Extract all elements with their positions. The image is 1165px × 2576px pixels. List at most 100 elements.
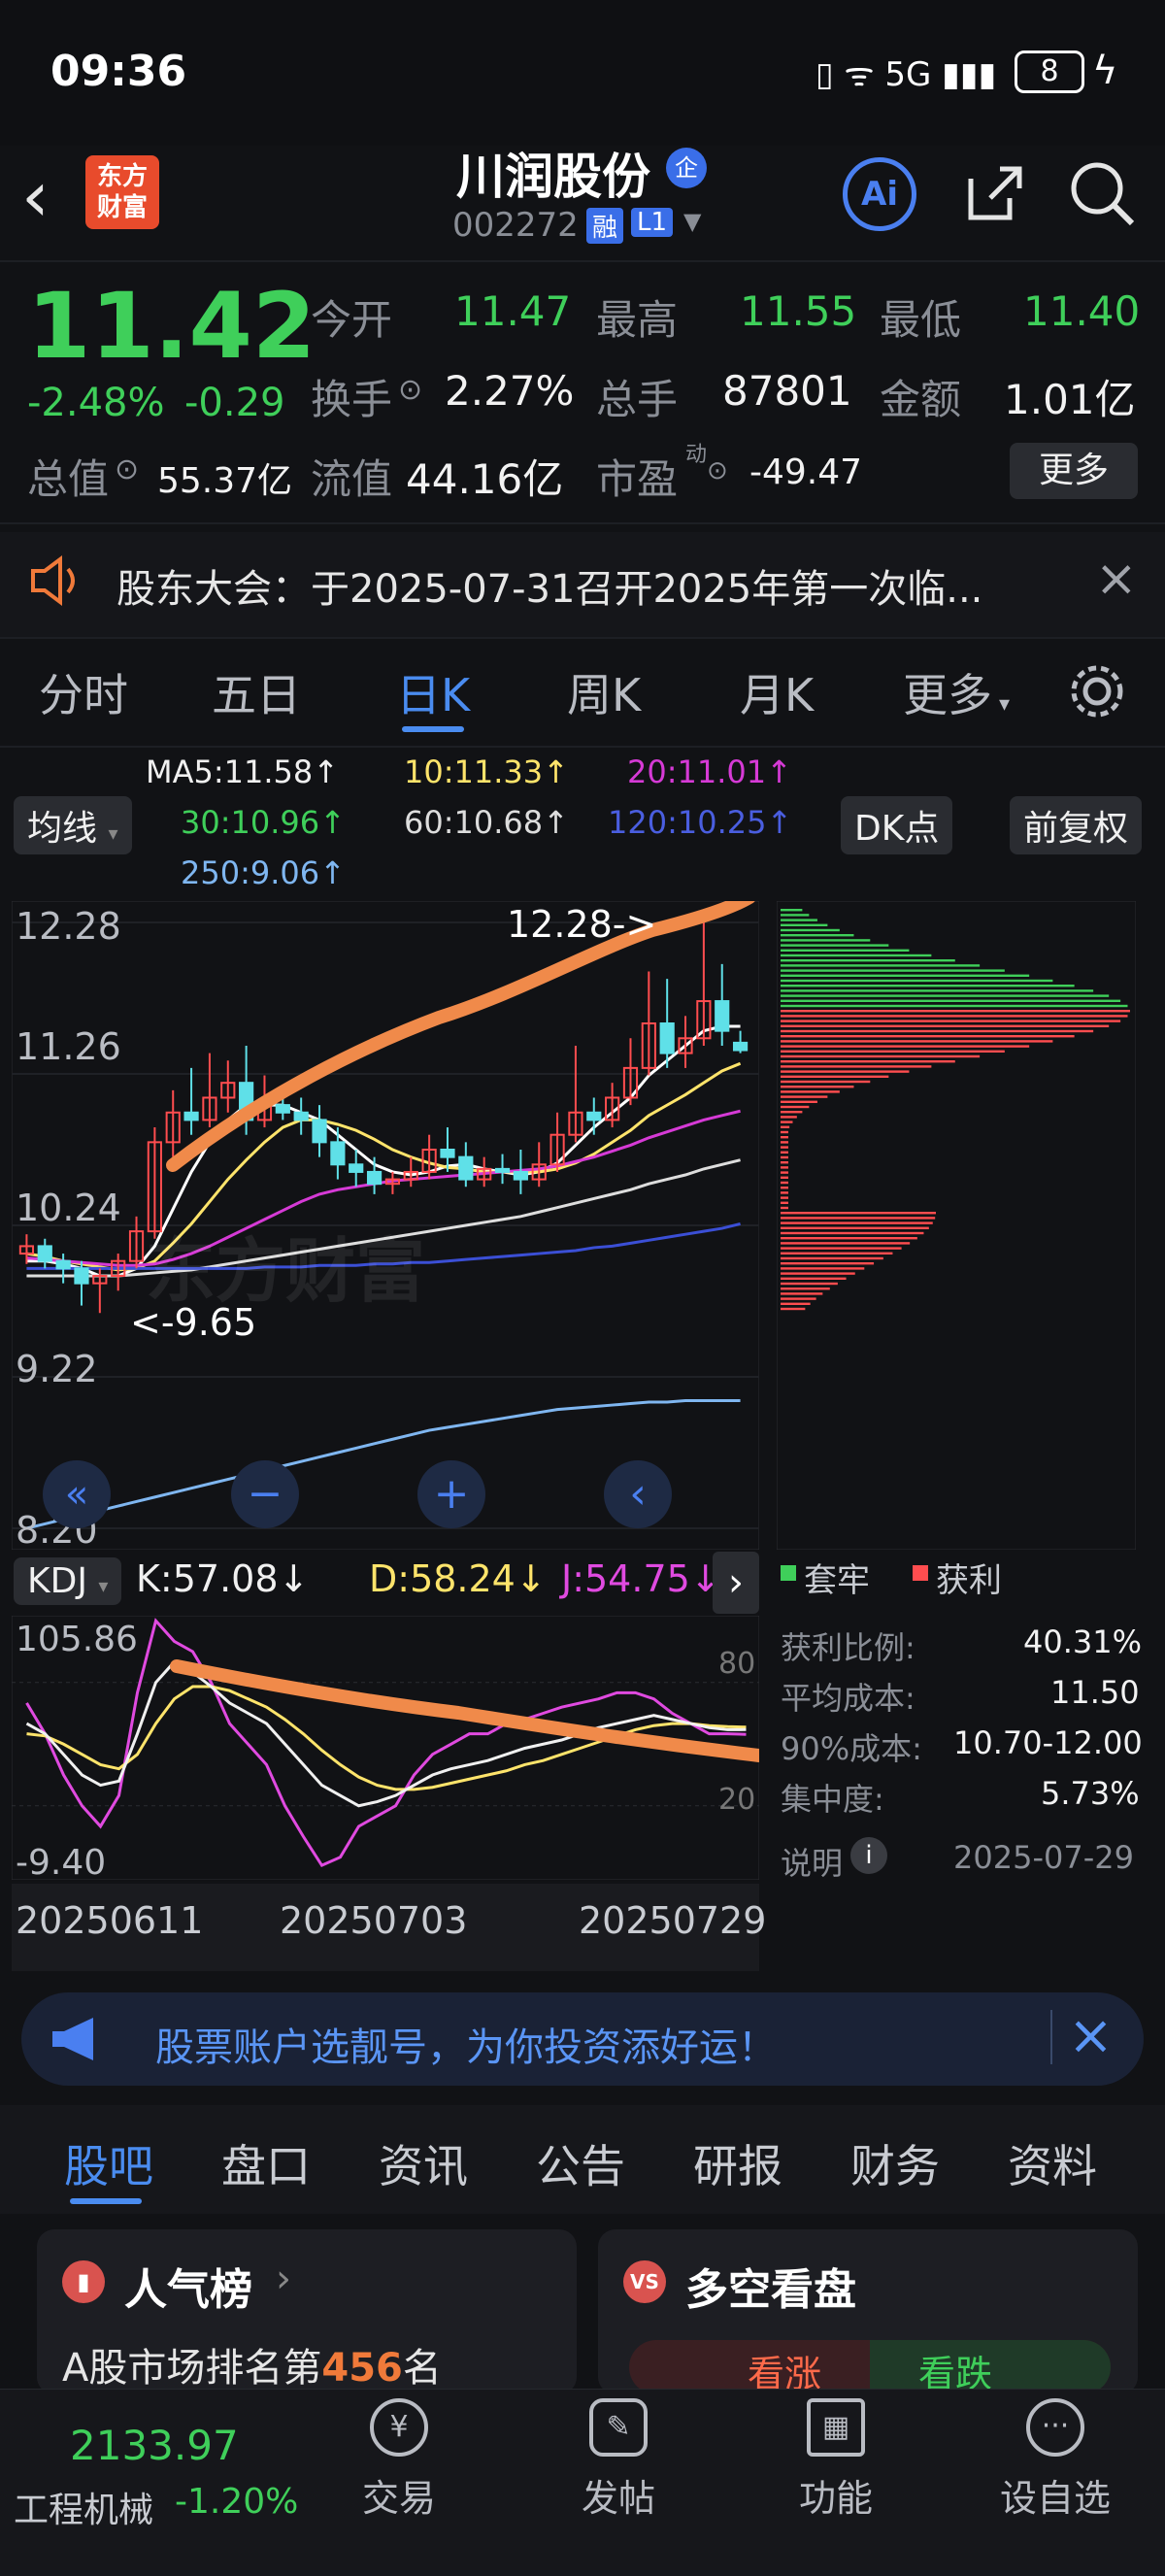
index-value[interactable]: 2133.97: [70, 2422, 239, 2469]
pe-value: -49.47: [749, 452, 863, 492]
chip-bar: [781, 1161, 788, 1164]
back-button[interactable]: ‹: [21, 155, 50, 237]
eastmoney-logo[interactable]: 东方 财富: [85, 155, 159, 229]
zoom-in-button[interactable]: +: [417, 1460, 485, 1528]
ma250-label: 250:9.06↑: [181, 854, 346, 891]
turnover-value: 2.27%: [445, 367, 575, 415]
legend-trapped: 套牢: [804, 1561, 870, 1600]
tab-daily-k[interactable]: 日K: [396, 660, 470, 724]
ad-text[interactable]: 股票账户选靓号，为你投资添好运！: [155, 2016, 777, 2072]
chip-bar: [781, 1121, 793, 1123]
candle-body: [293, 1111, 309, 1121]
tab-more[interactable]: 更多 ▾: [903, 660, 1010, 724]
notice-text[interactable]: 股东大会：于2025-07-31召开2025年第一次临...: [116, 557, 982, 614]
kdj-y-80: 80: [718, 1647, 756, 1681]
candle-body: [732, 1041, 749, 1052]
indicator-next-button[interactable]: ›: [713, 1552, 759, 1614]
nav-functions-label: 功能: [798, 2477, 873, 2520]
chip-bar: [781, 1242, 911, 1245]
scroll-left-fast-button[interactable]: «: [43, 1460, 111, 1528]
concentration-label: 集中度:: [781, 1781, 884, 1818]
chip-distribution-chart: [777, 901, 1136, 1550]
indicator-select[interactable]: KDJ ▾: [14, 1557, 122, 1605]
change-amount: -0.29: [184, 381, 285, 425]
volume-label: 总手: [596, 376, 679, 423]
open-label: 今开: [311, 296, 393, 344]
share-icon[interactable]: [961, 159, 1029, 227]
tab-timeshare[interactable]: 分时: [39, 660, 128, 724]
chevron-down-icon[interactable]: ▼: [683, 208, 701, 235]
ai-icon[interactable]: Ai: [843, 157, 916, 231]
scroll-left-button[interactable]: ‹: [604, 1460, 672, 1528]
candle-body: [312, 1119, 327, 1144]
tab-five-day[interactable]: 五日: [212, 660, 301, 724]
close-icon[interactable]: ×: [1068, 2004, 1114, 2067]
chip-bar: [781, 1267, 865, 1270]
tab-guba[interactable]: 股吧: [64, 2131, 153, 2195]
tab-news[interactable]: 资讯: [379, 2131, 468, 2195]
rank-text: A股市场排名第456名: [62, 2336, 442, 2392]
chip-bar: [781, 1136, 788, 1139]
chip-bar: [781, 989, 1094, 992]
info-icon[interactable]: ⊙: [707, 456, 728, 485]
tab-monthly-k[interactable]: 月K: [740, 660, 814, 724]
nav-post[interactable]: ✎ 发帖: [546, 2398, 691, 2522]
battery-icon: 8: [1015, 50, 1084, 93]
search-icon[interactable]: [1068, 159, 1138, 229]
chip-bar: [781, 1045, 1030, 1048]
rank-prefix: A股市场排名第: [62, 2346, 322, 2391]
chip-bar: [781, 1029, 1094, 1033]
zoom-out-button[interactable]: −: [231, 1460, 299, 1528]
tab-profile[interactable]: 资料: [1008, 2131, 1097, 2195]
info-icon[interactable]: ⊙: [398, 373, 422, 407]
dk-point-button[interactable]: DK点: [841, 796, 953, 854]
chip-bar: [781, 919, 817, 921]
nav-functions[interactable]: ▦ 功能: [763, 2398, 909, 2522]
tab-orderbook[interactable]: 盘口: [221, 2131, 311, 2195]
tab-research[interactable]: 研报: [693, 2131, 782, 2195]
float-value: 44.16亿: [406, 455, 564, 503]
nav-watchlist[interactable]: ··· 设自选: [982, 2398, 1128, 2522]
ma120-label: 120:10.25↑: [608, 804, 793, 841]
chip-date: 2025-07-29: [953, 1839, 1134, 1876]
duokong-title[interactable]: 多空看盘: [685, 2255, 856, 2317]
avg-cost-label: 平均成本:: [781, 1680, 915, 1717]
ad-divider: [1050, 2010, 1052, 2064]
tab-finance[interactable]: 财务: [850, 2131, 940, 2195]
info-icon[interactable]: i: [850, 1837, 887, 1874]
chip-bar: [781, 1176, 788, 1179]
tab-more-label: 更多: [903, 669, 992, 721]
popularity-title[interactable]: 人气榜: [124, 2255, 252, 2317]
ma-select[interactable]: 均线 ▾: [14, 796, 132, 854]
watermark-logo: 东方财富: [146, 1230, 426, 1312]
chevron-right-icon[interactable]: ›: [276, 2257, 291, 2301]
chip-bar: [781, 1035, 1075, 1038]
candle-body: [715, 1000, 730, 1032]
tab-weekly-k[interactable]: 周K: [567, 660, 641, 724]
chip-bar: [781, 1191, 788, 1194]
speaker-icon: [31, 555, 75, 606]
info-icon[interactable]: ⊙: [115, 452, 139, 486]
chip-bar: [781, 939, 871, 942]
signal-icons: ▯ ᯤ 5G ▮▮▮: [816, 55, 997, 94]
more-button[interactable]: 更多: [1010, 443, 1138, 499]
chip-frame: [777, 901, 1136, 1550]
nav-trade[interactable]: ¥ 交易: [326, 2398, 472, 2522]
candle-body: [440, 1149, 455, 1158]
chip-bar: [781, 1105, 810, 1109]
chip-bar: [781, 1125, 790, 1128]
chart-bar-icon: ▮: [62, 2260, 105, 2303]
chip-bar: [781, 1237, 917, 1240]
gear-icon[interactable]: [1068, 662, 1126, 720]
chip-bar: [781, 914, 810, 917]
low-value: 11.40: [1023, 287, 1141, 335]
note-label[interactable]: 说明: [781, 1839, 843, 1884]
chip-bar: [781, 1010, 1130, 1013]
kdj-j: J:54.75↓: [561, 1557, 721, 1600]
chip-bar: [781, 1307, 806, 1311]
close-icon[interactable]: ×: [1095, 550, 1138, 608]
index-name[interactable]: 工程机械: [14, 2482, 153, 2532]
tab-announcements[interactable]: 公告: [536, 2131, 625, 2195]
adjust-button[interactable]: 前复权: [1010, 796, 1143, 854]
open-value: 11.47: [454, 287, 572, 335]
